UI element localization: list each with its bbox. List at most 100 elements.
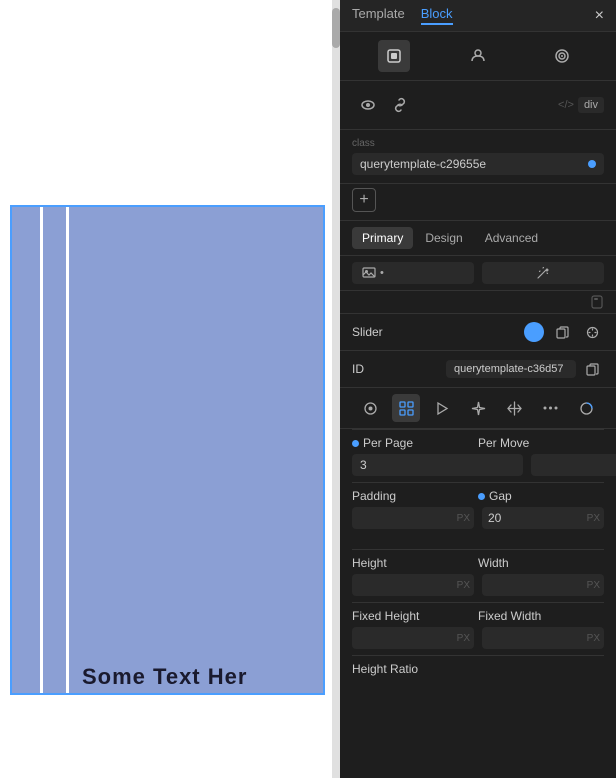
sub-tab-design[interactable]: Design xyxy=(415,227,472,249)
per-move-label: Per Move xyxy=(478,436,529,450)
dots-icon-btn[interactable] xyxy=(536,394,564,422)
id-input-wrap: querytemplate-c36d57 xyxy=(382,357,604,381)
slider-toggle[interactable] xyxy=(524,322,544,342)
link-icon-btn[interactable] xyxy=(384,89,416,121)
fixed-width-label: Fixed Width xyxy=(478,609,541,623)
sub-tabs: Primary Design Advanced xyxy=(340,221,616,256)
settings-icon-btn[interactable] xyxy=(356,394,384,422)
gap-input[interactable] xyxy=(482,507,587,529)
padding-label-wrap: Padding xyxy=(352,489,478,503)
padding-input-wrap: PX xyxy=(352,507,474,529)
gap-unit: PX xyxy=(587,513,604,524)
cube-icon-btn[interactable] xyxy=(378,40,410,72)
person-icon-btn[interactable] xyxy=(462,40,494,72)
media-button[interactable]: • xyxy=(352,262,474,284)
cursor-spacer xyxy=(340,535,616,549)
id-value[interactable]: querytemplate-c36d57 xyxy=(446,360,576,378)
fixed-height-width-label-row: Fixed Height Fixed Width xyxy=(340,603,616,625)
right-panel: Template Block × xyxy=(340,0,616,778)
fixed-width-unit: PX xyxy=(587,633,604,644)
eye-icon-btn[interactable] xyxy=(352,89,384,121)
id-label: ID xyxy=(352,362,382,376)
scroll-indicator-row xyxy=(340,291,616,314)
canvas-text: Some Text Her xyxy=(82,664,247,690)
canvas-left-line xyxy=(40,205,43,695)
fixed-height-label: Fixed Height xyxy=(352,609,419,623)
height-ratio-label-wrap: Height Ratio xyxy=(352,662,604,676)
width-label: Width xyxy=(478,556,509,570)
target-icon-btn[interactable] xyxy=(546,40,578,72)
height-input-wrap: PX xyxy=(352,574,474,596)
class-dot xyxy=(588,160,596,168)
padding-col: Padding xyxy=(352,489,478,503)
gap-label: Gap xyxy=(489,489,512,503)
canvas-right-line xyxy=(66,205,69,695)
slider-label: Slider xyxy=(352,325,383,339)
padding-input[interactable] xyxy=(352,507,457,529)
per-page-label: Per Page xyxy=(363,436,413,450)
gap-dot xyxy=(478,493,485,500)
fixed-height-unit: PX xyxy=(457,633,474,644)
canvas-block xyxy=(10,205,325,695)
padding-gap-label-row: Padding Gap xyxy=(340,483,616,505)
per-move-input[interactable] xyxy=(531,454,616,476)
scroll-icon xyxy=(590,295,604,309)
gap-col: Gap xyxy=(478,489,604,503)
tab-block[interactable]: Block xyxy=(421,6,453,25)
fixed-height-width-input-row: PX PX xyxy=(340,625,616,655)
sub-tab-primary[interactable]: Primary xyxy=(352,227,413,249)
width-input[interactable] xyxy=(482,574,587,596)
close-button[interactable]: × xyxy=(595,7,604,25)
fixed-height-input[interactable] xyxy=(352,627,457,649)
tab-template[interactable]: Template xyxy=(352,6,405,25)
height-label-wrap: Height xyxy=(352,556,478,570)
wand-button[interactable] xyxy=(482,262,604,284)
padding-label: Padding xyxy=(352,489,396,503)
class-input-wrap[interactable]: querytemplate-c29655e xyxy=(352,153,604,175)
height-width-label-row: Height Width xyxy=(340,550,616,572)
circular-icon-btn[interactable] xyxy=(572,394,600,422)
per-page-per-move-label-row: Per Page Per Move xyxy=(340,430,616,452)
height-ratio-label: Height Ratio xyxy=(352,662,418,676)
per-move-label-wrap: Per Move xyxy=(478,436,604,450)
padding-unit: PX xyxy=(457,513,474,524)
media-row: • xyxy=(340,256,616,291)
fixed-width-label-wrap: Fixed Width xyxy=(478,609,604,623)
div-tag: div xyxy=(578,97,604,113)
per-page-dot xyxy=(352,440,359,447)
fixed-width-input-wrap: PX xyxy=(482,627,604,649)
add-class-button[interactable]: + xyxy=(352,188,376,212)
slider-settings-btn[interactable] xyxy=(580,320,604,344)
height-label: Height xyxy=(352,556,387,570)
utility-icon-row: </> div xyxy=(340,81,616,130)
class-label: class xyxy=(352,138,604,149)
sparkle-icon-btn[interactable] xyxy=(464,394,492,422)
gap-input-wrap: PX xyxy=(482,507,604,529)
height-unit: PX xyxy=(457,580,474,591)
per-page-col: Per Page xyxy=(352,436,478,450)
sub-tab-advanced[interactable]: Advanced xyxy=(475,227,548,249)
fixed-width-input[interactable] xyxy=(482,627,587,649)
grid-icon-btn[interactable] xyxy=(392,394,420,422)
per-page-input[interactable] xyxy=(352,454,523,476)
id-row: ID querytemplate-c36d57 xyxy=(340,351,616,388)
slider-copy-btn[interactable] xyxy=(550,320,574,344)
gap-label-wrap: Gap xyxy=(478,489,604,503)
height-width-input-row: PX PX xyxy=(340,572,616,602)
type-icon-row xyxy=(340,32,616,81)
width-unit: PX xyxy=(587,580,604,591)
play-icon-btn[interactable] xyxy=(428,394,456,422)
scrollbar-thumb[interactable] xyxy=(332,8,340,48)
height-input[interactable] xyxy=(352,574,457,596)
fixed-height-col: Fixed Height xyxy=(352,609,478,623)
panel-scrollable-content: • Slider xyxy=(340,256,616,778)
arrows-icon-btn[interactable] xyxy=(500,394,528,422)
height-col: Height xyxy=(352,556,478,570)
canvas-scrollbar[interactable] xyxy=(332,0,340,778)
fixed-width-col: Fixed Width xyxy=(478,609,604,623)
id-copy-btn[interactable] xyxy=(580,357,604,381)
width-col: Width xyxy=(478,556,604,570)
height-ratio-col: Height Ratio xyxy=(352,662,604,676)
add-row: + xyxy=(340,184,616,221)
fixed-height-input-wrap: PX xyxy=(352,627,474,649)
